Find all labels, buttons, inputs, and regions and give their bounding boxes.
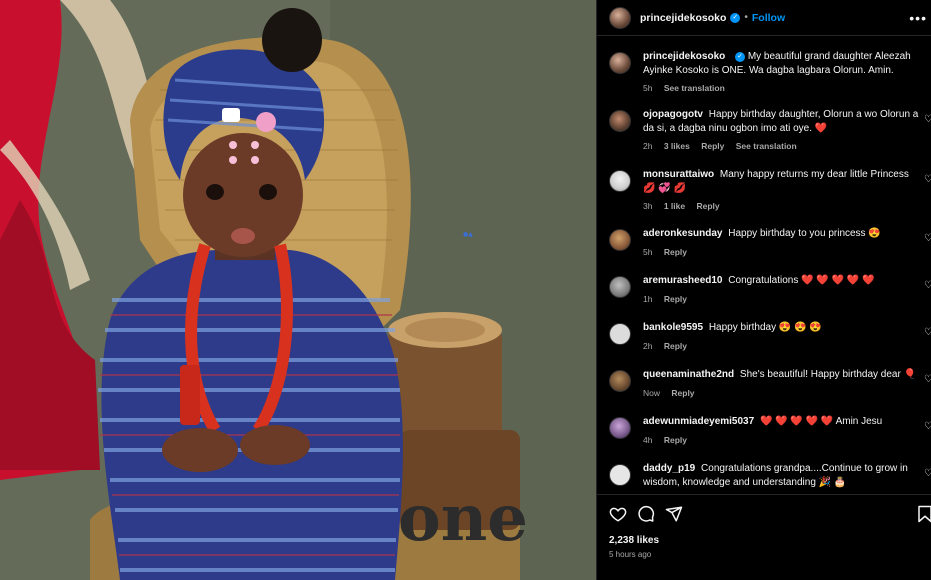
- comment-emoji: ❤️ ❤️ ❤️ ❤️ ❤️: [801, 275, 875, 286]
- commenter-avatar[interactable]: [609, 110, 631, 132]
- comment-emoji: ❤️ ❤️ ❤️ ❤️ ❤️: [759, 416, 834, 427]
- reply-button[interactable]: Reply: [664, 247, 687, 257]
- comment-username[interactable]: daddy_p19: [643, 463, 695, 474]
- comment-item: aremurasheed10 Congratulations ❤️ ❤️ ❤️ …: [609, 274, 931, 304]
- comment-emoji: 💋 💞 💋: [643, 182, 686, 194]
- see-translation-link[interactable]: See translation: [664, 83, 725, 93]
- caption-time[interactable]: 5h: [643, 83, 652, 93]
- caption: princejidekosoko ✓ My beautiful grand da…: [609, 50, 929, 93]
- comment-item: daddy_p19 Congratulations grandpa....Con…: [609, 462, 931, 489]
- verified-badge-icon: ✓: [735, 52, 746, 62]
- reply-button[interactable]: Reply: [664, 435, 687, 445]
- heart-icon[interactable]: ♡: [924, 421, 931, 432]
- photo-illustration: one: [0, 0, 596, 580]
- comment-icon[interactable]: [637, 505, 655, 523]
- commenter-avatar[interactable]: [609, 370, 631, 392]
- comment-time[interactable]: 4h: [643, 435, 652, 445]
- comment-emoji: 🎉 🎂: [818, 476, 847, 488]
- comment-item: bankole9595 Happy birthday 😍 😍 😍 2h Repl…: [609, 321, 931, 351]
- comment-time[interactable]: Now: [643, 388, 660, 398]
- comment-username[interactable]: adewunmiadeyemi5037: [643, 416, 754, 427]
- comment-item: monsurattaiwo Many happy returns my dear…: [609, 168, 931, 211]
- comment-text: Amin Jesu: [835, 416, 883, 427]
- comment-username[interactable]: aderonkesunday: [643, 228, 722, 239]
- action-bar: [609, 505, 931, 527]
- comment-likes[interactable]: 1 like: [664, 201, 685, 211]
- commenter-avatar[interactable]: [609, 464, 631, 486]
- comment-username[interactable]: bankole9595: [643, 322, 703, 333]
- comment-emoji: 😍 😍 😍: [778, 322, 822, 333]
- comment-username[interactable]: ojopagogotv: [643, 109, 703, 120]
- heart-icon[interactable]: ♡: [924, 233, 931, 244]
- reply-button[interactable]: Reply: [701, 141, 724, 151]
- more-options-icon[interactable]: •••: [909, 10, 927, 26]
- comment-emoji: 🎈: [903, 369, 917, 380]
- likes-count[interactable]: 2,238 likes: [609, 535, 659, 546]
- comment-text: Many happy returns my dear little Prince…: [719, 169, 909, 180]
- post-sidebar: princejidekosoko ✓ • Follow ••• princeji…: [596, 0, 931, 580]
- see-translation-link[interactable]: See translation: [736, 141, 797, 151]
- commenter-avatar[interactable]: [609, 170, 631, 192]
- post-timestamp[interactable]: 5 hours ago: [609, 550, 651, 559]
- commenter-avatar[interactable]: [609, 229, 631, 251]
- bookmark-icon[interactable]: [917, 505, 931, 523]
- comment-item: adewunmiadeyemi5037 ❤️ ❤️ ❤️ ❤️ ❤️ Amin …: [609, 415, 931, 445]
- comment-text: She's beautiful! Happy birthday dear: [739, 369, 901, 380]
- heart-icon[interactable]: ♡: [924, 468, 931, 479]
- verified-badge-icon: ✓: [730, 12, 741, 23]
- comment-text: Happy birthday: [708, 322, 777, 333]
- heart-icon[interactable]: ♡: [924, 374, 931, 385]
- photo-watermark: ●▲: [463, 231, 473, 238]
- comment-time[interactable]: 2h: [643, 141, 652, 151]
- comment-emoji: 😍: [868, 228, 881, 239]
- comment-time[interactable]: 2h: [643, 341, 652, 351]
- comment-username[interactable]: monsurattaiwo: [643, 169, 714, 180]
- comment-item: queenaminathe2nd She's beautiful! Happy …: [609, 368, 931, 398]
- heart-icon[interactable]: ♡: [924, 114, 931, 125]
- comment-username[interactable]: aremurasheed10: [643, 275, 723, 286]
- heart-icon[interactable]: ♡: [924, 280, 931, 291]
- comment-time[interactable]: 3h: [643, 201, 652, 211]
- share-icon[interactable]: [665, 505, 683, 523]
- comment-likes[interactable]: 3 likes: [664, 141, 690, 151]
- caption-username[interactable]: princejidekosoko: [643, 51, 725, 62]
- comment-text: Happy birthday to you princess: [728, 228, 866, 239]
- comment-text: Congratulations: [728, 275, 799, 286]
- reply-button[interactable]: Reply: [671, 388, 694, 398]
- comment-item: ojopagogotv Happy birthday daughter, Olo…: [609, 108, 931, 151]
- one-sign-text: one: [398, 481, 528, 556]
- comment-item: aderonkesunday Happy birthday to you pri…: [609, 227, 931, 257]
- heart-icon[interactable]: ♡: [924, 327, 931, 338]
- author-username[interactable]: princejidekosoko: [640, 12, 726, 24]
- comment-time[interactable]: 5h: [643, 247, 652, 257]
- post-header: princejidekosoko ✓ • Follow •••: [597, 0, 931, 36]
- post-photo[interactable]: one ●▲: [0, 0, 596, 580]
- reply-button[interactable]: Reply: [664, 294, 687, 304]
- post-footer: 2,238 likes 5 hours ago: [597, 494, 931, 580]
- follow-button[interactable]: Follow: [752, 12, 785, 24]
- comment-emoji: ❤️: [814, 122, 828, 134]
- comment-time[interactable]: 1h: [643, 294, 652, 304]
- commenter-avatar[interactable]: [609, 276, 631, 298]
- heart-icon[interactable]: ♡: [924, 174, 931, 185]
- reply-button[interactable]: Reply: [697, 201, 720, 211]
- reply-button[interactable]: Reply: [664, 341, 687, 351]
- comment-username[interactable]: queenaminathe2nd: [643, 369, 734, 380]
- separator-dot: •: [744, 12, 748, 23]
- commenter-avatar[interactable]: [609, 323, 631, 345]
- heart-icon[interactable]: [609, 505, 627, 523]
- author-avatar[interactable]: [609, 6, 631, 29]
- comments-list[interactable]: princejidekosoko ✓ My beautiful grand da…: [597, 38, 931, 494]
- author-avatar[interactable]: [609, 52, 631, 74]
- commenter-avatar[interactable]: [609, 417, 631, 439]
